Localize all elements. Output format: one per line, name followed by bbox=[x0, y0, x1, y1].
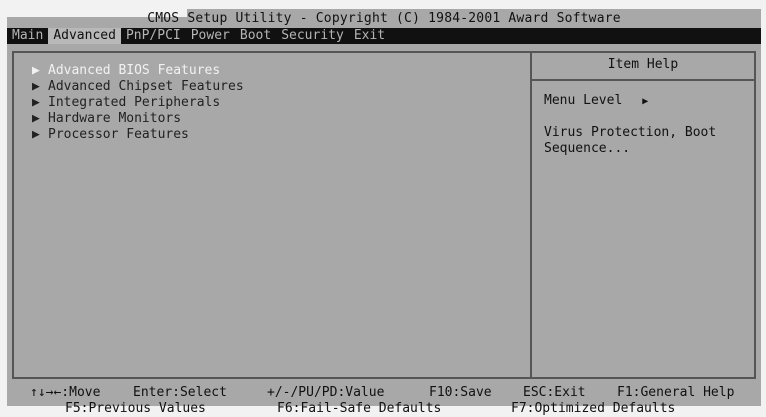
menu-item-processor-features[interactable]: ▶ Processor Features bbox=[32, 127, 244, 143]
triangle-right-icon: ▶ bbox=[32, 127, 40, 142]
item-help-header: Item Help bbox=[607, 57, 679, 72]
menu-level-label: Menu Level bbox=[544, 93, 623, 108]
triangle-right-icon: ▶ bbox=[32, 95, 40, 110]
tab-main[interactable]: Main bbox=[7, 28, 48, 44]
tab-pnp-pci[interactable]: PnP/PCI bbox=[121, 28, 186, 44]
key-fail-safe-defaults: F6:Fail-Safe Defaults bbox=[277, 401, 442, 416]
tab-exit[interactable]: Exit bbox=[349, 28, 390, 44]
triangle-right-icon: ▶ bbox=[642, 96, 649, 107]
help-description: Virus Protection, Boot Sequence... bbox=[544, 125, 717, 156]
menu-level-row: Menu Level ▶ bbox=[544, 93, 648, 110]
menu-item-label: Processor Features bbox=[48, 127, 189, 142]
key-optimized-defaults: F7:Optimized Defaults bbox=[511, 401, 676, 416]
menu-item-label: Advanced BIOS Features bbox=[48, 63, 221, 78]
key-save: F10:Save bbox=[429, 385, 492, 400]
menu-bar: Main Advanced PnP/PCI Power Boot Securit… bbox=[7, 28, 761, 44]
menu-panel: ▶ Advanced BIOS Features ▶ Advanced Chipse… bbox=[14, 53, 530, 377]
menu-item-hardware-monitors[interactable]: ▶ Hardware Monitors bbox=[32, 111, 244, 127]
bios-screen: CMOS Setup Utility - Copyright (C) 1984-… bbox=[7, 9, 761, 416]
menu-item-label: Hardware Monitors bbox=[48, 111, 182, 126]
tab-advanced[interactable]: Advanced bbox=[48, 28, 121, 44]
menu-item-integrated-peripherals[interactable]: ▶ Integrated Peripherals bbox=[32, 95, 244, 111]
menu-item-advanced-bios-features[interactable]: ▶ Advanced BIOS Features bbox=[32, 63, 244, 79]
help-divider bbox=[532, 79, 754, 81]
tab-boot[interactable]: Boot bbox=[235, 28, 276, 44]
menu-item-advanced-chipset-features[interactable]: ▶ Advanced Chipset Features bbox=[32, 79, 244, 95]
key-general-help: F1:General Help bbox=[617, 385, 735, 400]
menu-item-label: Integrated Peripherals bbox=[48, 95, 221, 110]
key-previous-values: F5:Previous Values bbox=[65, 401, 206, 416]
tab-power[interactable]: Power bbox=[186, 28, 235, 44]
key-select: Enter:Select bbox=[133, 385, 227, 400]
triangle-right-icon: ▶ bbox=[32, 63, 40, 78]
item-help-panel: Item Help Menu Level ▶ Virus Protection, … bbox=[532, 53, 754, 377]
main-panel: ▶ Advanced BIOS Features ▶ Advanced Chipse… bbox=[12, 51, 756, 379]
key-value: +/-/PU/PD:Value bbox=[267, 385, 385, 400]
tab-security[interactable]: Security bbox=[276, 28, 349, 44]
key-exit: ESC:Exit bbox=[523, 385, 586, 400]
triangle-right-icon: ▶ bbox=[32, 111, 40, 126]
key-move: ↑↓→←:Move bbox=[30, 385, 101, 400]
window-title: CMOS Setup Utility - Copyright (C) 1984-… bbox=[147, 11, 621, 26]
menu-list: ▶ Advanced BIOS Features ▶ Advanced Chipse… bbox=[32, 63, 244, 143]
triangle-right-icon: ▶ bbox=[32, 79, 40, 94]
menu-item-label: Advanced Chipset Features bbox=[48, 79, 244, 94]
